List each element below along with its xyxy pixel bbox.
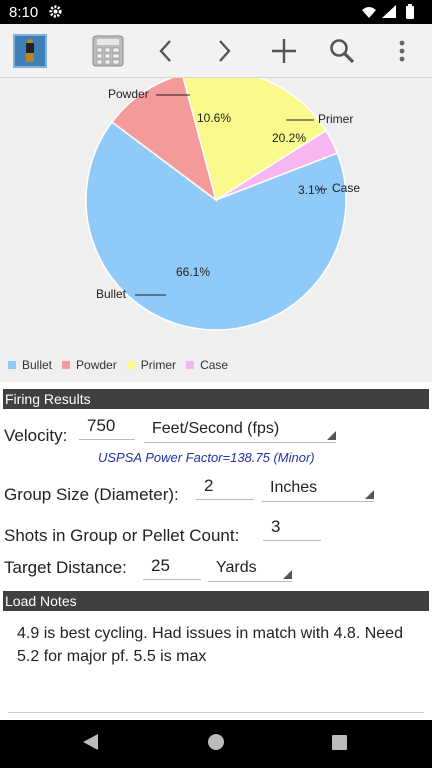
power-factor-text: USPSA Power Factor=138.75 (Minor) [98, 450, 315, 465]
overflow-menu-icon[interactable] [382, 32, 422, 70]
settings-gear-icon [48, 4, 63, 24]
wifi-icon [362, 7, 376, 18]
velocity-unit-value: Feet/Second (fps) [152, 420, 280, 437]
pie-name-label-primer: Primer [318, 112, 353, 126]
legend-swatch [8, 361, 16, 369]
legend-swatch [62, 361, 71, 369]
load-notes-header: Load Notes [3, 591, 429, 611]
group-size-unit-value: Inches [270, 479, 318, 496]
distance-unit-value: Yards [216, 559, 257, 576]
velocity-unit-spinner[interactable]: Feet/Second (fps) [144, 419, 336, 443]
legend-item-case: Case [186, 358, 228, 372]
home-icon[interactable] [208, 734, 224, 750]
shots-input[interactable]: 3 [263, 517, 321, 541]
load-notes-input[interactable]: 4.9 is best cycling. Had issues in match… [17, 622, 417, 668]
status-time: 8:10 [9, 4, 39, 21]
legend-swatch [186, 361, 195, 369]
legend-item-powder: Powder [62, 358, 117, 372]
pie-name-label-bullet: Bullet [96, 287, 127, 301]
back-icon[interactable] [83, 734, 98, 750]
legend-swatch [126, 361, 135, 369]
signal-icon [382, 5, 396, 18]
legend-label: Primer [140, 358, 177, 372]
pie-name-label-case: Case [332, 181, 360, 195]
chart-legend: Bullet Powder Primer Case [8, 358, 238, 372]
pie-value-label-bullet: 66.1% [176, 265, 210, 279]
chevron-left-icon[interactable] [146, 32, 186, 70]
add-icon[interactable] [264, 32, 304, 70]
pie-value-label-primer: 20.2% [272, 131, 306, 145]
shots-label: Shots in Group or Pellet Count: [4, 526, 240, 545]
pie-name-label-powder: Powder [108, 87, 149, 101]
calculator-icon[interactable] [88, 32, 128, 70]
group-size-label: Group Size (Diameter): [4, 485, 179, 504]
target-distance-input[interactable]: 25 [143, 556, 201, 580]
battery-icon [406, 4, 414, 19]
recents-icon[interactable] [332, 735, 347, 750]
velocity-label: Velocity: [4, 426, 68, 445]
group-size-unit-spinner[interactable]: Inches [262, 478, 374, 502]
system-nav-bar [0, 720, 432, 768]
app-toolbar [0, 24, 432, 78]
legend-item-bullet: Bullet [8, 358, 52, 372]
spinner-arrow-icon [283, 570, 292, 579]
pie-chart: 66.1% Bullet 10.6% Powder 20.2% Primer 3.1% Cas… [0, 69, 432, 382]
notes-underline [8, 712, 424, 713]
legend-item-primer: Primer [126, 358, 177, 372]
group-size-input[interactable]: 2 [196, 476, 254, 500]
pie-chart-svg: 66.1% Bullet 10.6% Powder 20.2% Primer 3.1% Cas… [85, 69, 360, 331]
target-distance-label: Target Distance: [4, 558, 127, 577]
distance-unit-spinner[interactable]: Yards [208, 558, 292, 582]
firing-results-header: Firing Results [3, 389, 429, 409]
search-icon[interactable] [322, 32, 362, 70]
chevron-right-icon[interactable] [204, 32, 244, 70]
spinner-arrow-icon [365, 490, 374, 499]
velocity-input[interactable]: 750 [79, 416, 135, 440]
pie-value-label-case: 3.1% [298, 183, 326, 197]
pie-value-label-powder: 10.6% [197, 111, 231, 125]
spinner-arrow-icon [327, 431, 336, 440]
status-bar: 8:10 [0, 0, 432, 24]
legend-label: Powder [76, 358, 117, 372]
legend-label: Bullet [22, 358, 53, 372]
app-logo-icon[interactable] [10, 32, 50, 70]
status-icons [360, 4, 424, 25]
legend-label: Case [200, 358, 229, 372]
